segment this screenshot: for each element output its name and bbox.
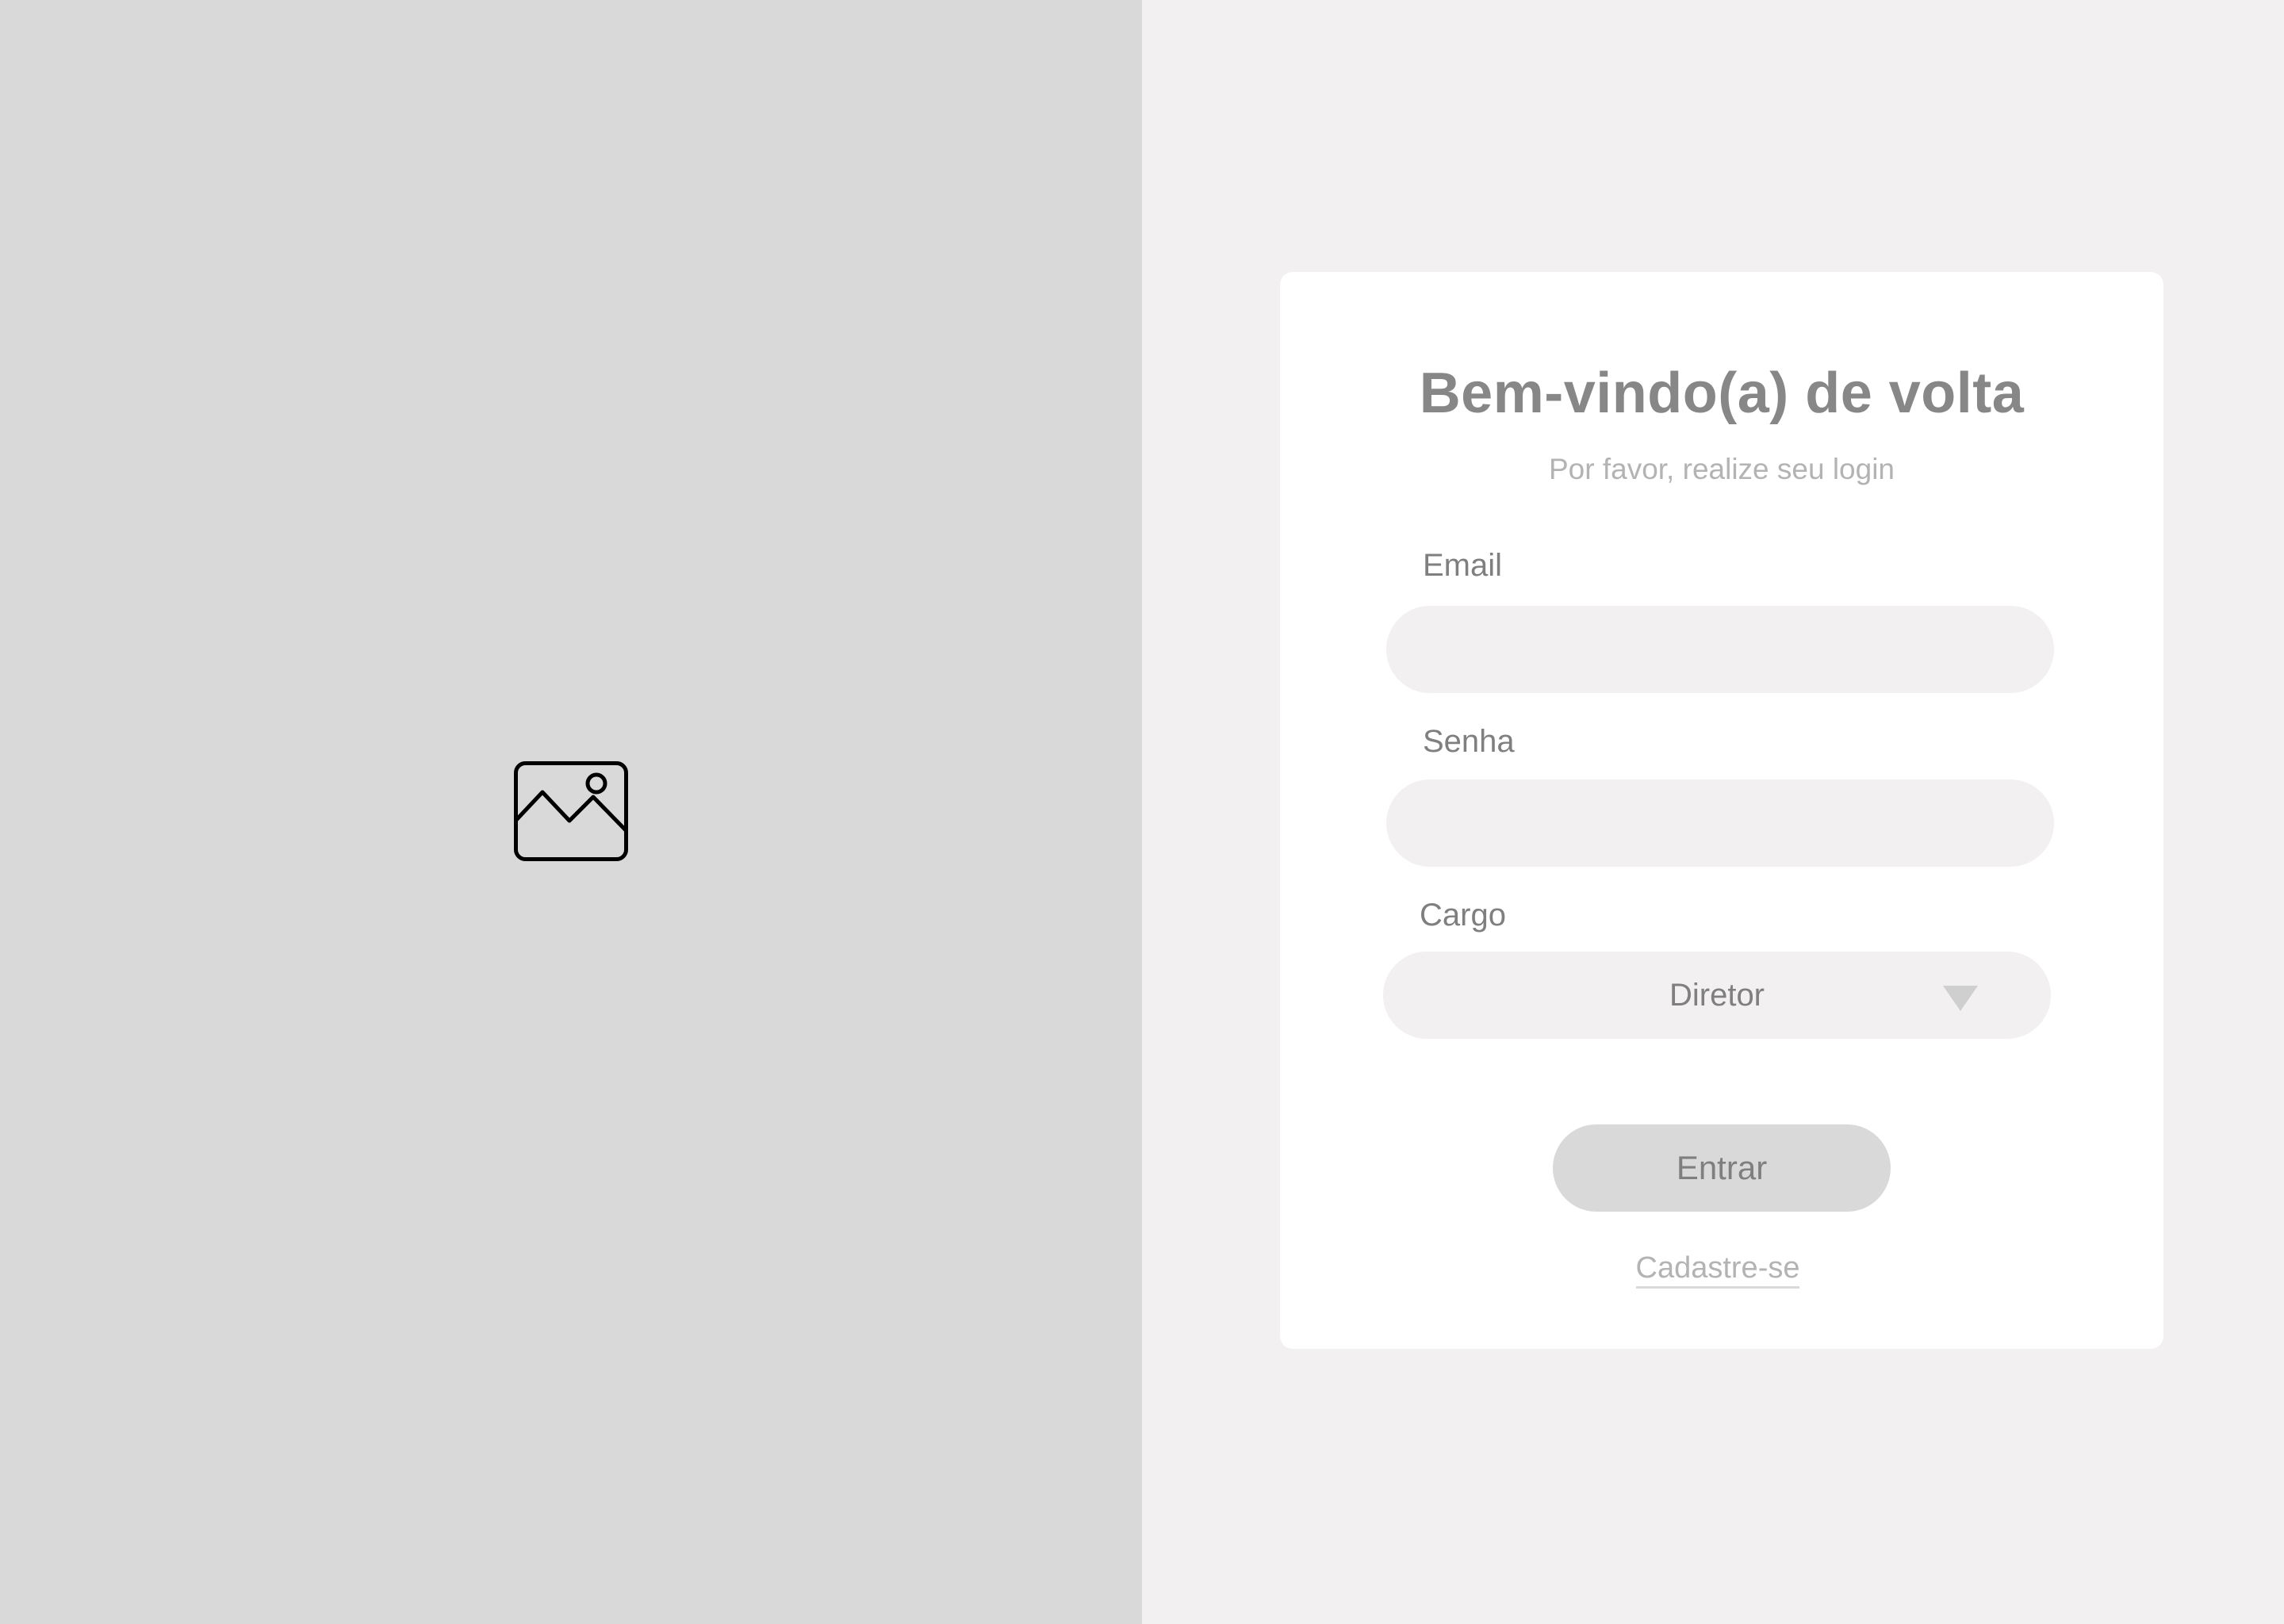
page-title: Bem-vindo(a) de volta xyxy=(1419,362,2025,425)
triangle-down-icon xyxy=(1943,986,1978,1011)
illustration-panel xyxy=(0,0,1142,1624)
signup-link[interactable]: Cadastre-se xyxy=(1635,1251,1800,1289)
page-subtitle: Por favor, realize seu login xyxy=(1548,453,1895,485)
password-field[interactable] xyxy=(1386,779,2054,867)
email-label: Email xyxy=(1423,548,1503,583)
role-label: Cargo xyxy=(1420,898,1506,933)
signup-link-row: Cadastre-se xyxy=(1280,1251,2156,1289)
login-card: Bem-vindo(a) de volta Por favor, realize… xyxy=(1280,272,2163,1349)
password-label: Senha xyxy=(1423,724,1515,759)
email-field[interactable] xyxy=(1386,606,2054,693)
login-button[interactable]: Entrar xyxy=(1553,1124,1891,1212)
image-placeholder-icon xyxy=(514,761,628,861)
login-page: Bem-vindo(a) de volta Por favor, realize… xyxy=(0,0,2284,1624)
form-panel: Bem-vindo(a) de volta Por favor, realize… xyxy=(1142,0,2284,1624)
role-select[interactable]: Diretor xyxy=(1383,952,2051,1039)
